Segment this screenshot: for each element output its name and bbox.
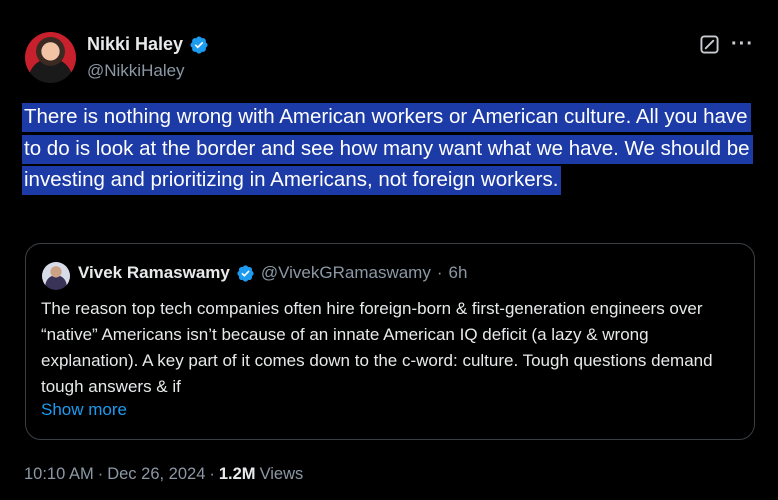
- tweet-screenshot: Nikki Haley @NikkiHaley ··· There is not…: [0, 0, 778, 500]
- tweet-meta: 10:10 AM · Dec 26, 2024 · 1.2M Views: [24, 465, 303, 484]
- quoted-author-handle[interactable]: @VivekGRamaswamy: [261, 263, 431, 283]
- tweet-text: There is nothing wrong with American wor…: [22, 101, 762, 196]
- more-dots-icon[interactable]: ···: [731, 34, 754, 54]
- quoted-separator: ·: [436, 263, 443, 282]
- verified-badge-icon: [190, 35, 208, 54]
- quoted-author-name[interactable]: Vivek Ramaswamy: [78, 263, 230, 283]
- author-name[interactable]: Nikki Haley: [87, 34, 183, 55]
- quoted-author-row: Vivek Ramaswamy @VivekGRamaswamy · 6h: [78, 263, 467, 283]
- show-more-link[interactable]: Show more: [41, 400, 127, 420]
- tweet-date[interactable]: Dec 26, 2024: [107, 465, 205, 484]
- quoted-tweet-text: The reason top tech companies often hire…: [41, 299, 713, 396]
- author-name-row: Nikki Haley: [87, 34, 209, 55]
- views-count: 1.2M: [218, 465, 256, 483]
- tweet-time[interactable]: 10:10 AM: [24, 465, 94, 484]
- meta-separator: ·: [209, 465, 215, 483]
- views-label: Views: [259, 465, 304, 483]
- quoted-author-avatar[interactable]: [42, 262, 70, 290]
- author-avatar[interactable]: [25, 32, 76, 83]
- author-handle[interactable]: @NikkiHaley: [87, 61, 185, 81]
- quoted-timestamp[interactable]: 6h: [449, 263, 468, 283]
- verified-badge-icon: [237, 264, 254, 282]
- quoted-tweet-card[interactable]: Vivek Ramaswamy @VivekGRamaswamy · 6h Th…: [25, 243, 755, 440]
- grok-edit-icon[interactable]: [700, 35, 719, 54]
- meta-separator: ·: [97, 465, 104, 483]
- tweet-text-selected: There is nothing wrong with American wor…: [22, 103, 753, 195]
